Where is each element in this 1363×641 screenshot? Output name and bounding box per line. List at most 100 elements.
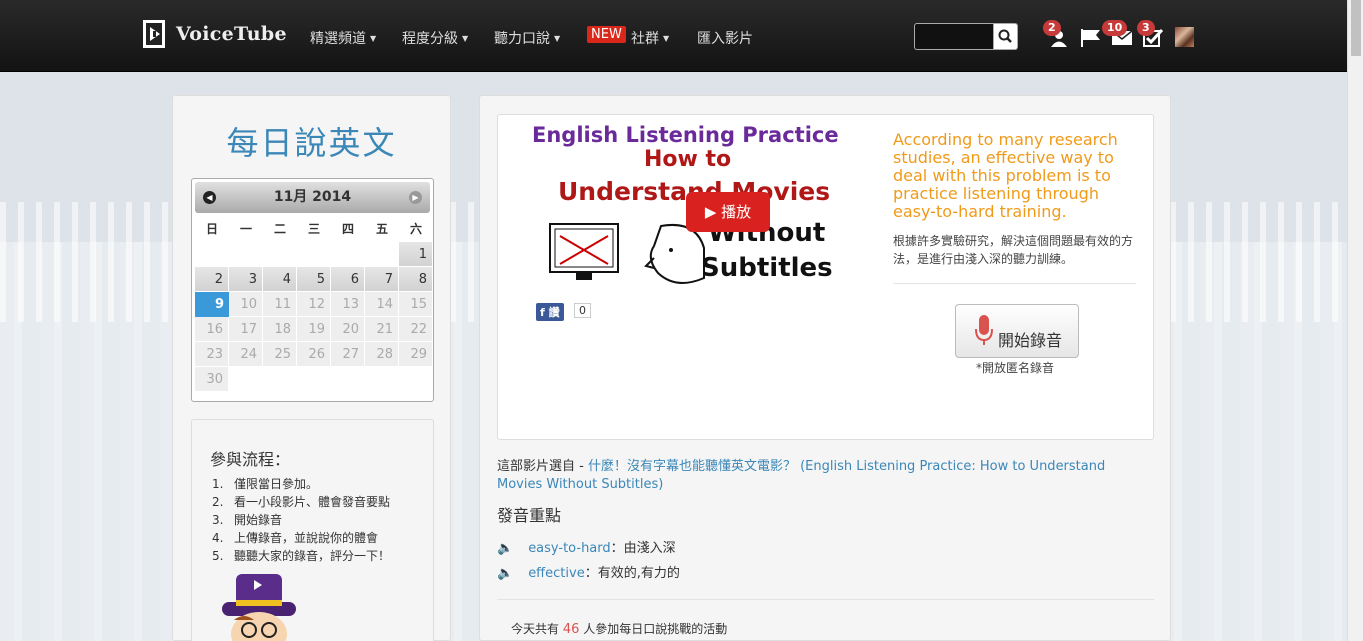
calendar-day[interactable]: 8: [399, 267, 433, 292]
nav-label: 社群: [631, 31, 659, 47]
calendar-empty-cell: [263, 367, 297, 392]
video-source-link[interactable]: 什麼！沒有字幕也能聽懂英文電影？ (English Listening Prac…: [497, 459, 1105, 492]
divider: [893, 283, 1136, 284]
weekday-header: 日: [205, 222, 218, 236]
search-input[interactable]: [914, 23, 994, 50]
calendar-day[interactable]: 4: [263, 267, 297, 292]
calendar-day[interactable]: 1: [399, 242, 433, 267]
facebook-like-button[interactable]: f 讚: [536, 303, 564, 321]
nav-label: 精選頻道: [310, 31, 366, 47]
top-navbar: VoiceTube 精選頻道 ▼ 程度分級 ▼ 聽力口說 ▼ NEW 社群 ▼ 匯入影片…: [0, 0, 1347, 72]
calendar-day[interactable]: 2: [195, 267, 229, 292]
calendar: ◀ 11月 2014 ▶ 日一二三四五六 1 2 3 4 5 6 7 8 9 10 11 12 13 14 1…: [191, 178, 434, 402]
calendar-day[interactable]: 7: [365, 267, 399, 292]
caret-down-icon: ▼: [370, 34, 377, 43]
user-count-badge: 2: [1043, 20, 1061, 36]
play-button[interactable]: ▶ 播放: [686, 192, 770, 232]
calendar-empty-cell: [331, 367, 365, 392]
flow-step: 1. 僅限當日參加。: [212, 477, 319, 491]
calendar-day[interactable]: 5: [297, 267, 331, 292]
mascot-illustration: [222, 574, 296, 641]
speaker-icon[interactable]: 🔈: [497, 566, 513, 581]
word-meaning: ：由淺入深: [610, 541, 676, 556]
flow-step: 3. 開始錄音: [212, 513, 283, 527]
calendar-day: 17: [229, 317, 263, 342]
messages-count-badge: 10: [1102, 20, 1128, 36]
video-source-line: 這部影片選自 - 什麼！沒有字幕也能聽懂英文電影？ (English Liste…: [497, 458, 1137, 494]
english-quote: According to many research studies, an e…: [893, 130, 1118, 221]
calendar-day: 27: [331, 342, 365, 367]
voicetube-logo[interactable]: VoiceTube: [142, 19, 287, 49]
calendar-day: 23: [195, 342, 229, 367]
calendar-day: 30: [195, 367, 229, 392]
search-button[interactable]: [993, 23, 1018, 50]
calendar-grid: 日一二三四五六 1 2 3 4 5 6 7 8 9 10 11 12 13 14 15 16 17 18 19 20 21…: [195, 217, 433, 392]
video-card: English Listening Practice How to Unders…: [497, 114, 1154, 440]
calendar-day: 20: [331, 317, 365, 342]
nav-import-video[interactable]: 匯入影片: [697, 28, 753, 48]
calendar-empty-cell: [365, 242, 399, 267]
facebook-like-count: 0: [574, 303, 591, 318]
calendar-empty-cell: [297, 242, 331, 267]
calendar-empty-cell: [399, 367, 433, 392]
next-month-icon[interactable]: ▶: [409, 191, 422, 204]
participant-count: 46: [562, 622, 580, 637]
user-avatar[interactable]: [1175, 27, 1194, 47]
calendar-day: 10: [229, 292, 263, 317]
nav-listening-speaking[interactable]: 聽力口說 ▼: [494, 28, 560, 48]
thumbnail-text: How to: [644, 147, 732, 172]
nav-level[interactable]: 程度分級 ▼: [402, 28, 468, 48]
prev-month-icon[interactable]: ◀: [203, 191, 216, 204]
flag-button[interactable]: [1080, 29, 1102, 51]
calendar-empty-cell: [263, 242, 297, 267]
record-label: 開始錄音: [998, 331, 1063, 350]
today-prefix: 今天共有: [511, 622, 560, 636]
calendar-empty-cell: [195, 242, 229, 267]
search-icon: [998, 29, 1012, 43]
left-sidebar: 每日說英文 ◀ 11月 2014 ▶ 日一二三四五六 1 2 3 4 5 6 7 8 9 10 11 1…: [172, 95, 451, 641]
calendar-header: ◀ 11月 2014 ▶: [195, 182, 430, 213]
calendar-day: 14: [365, 292, 399, 317]
calendar-empty-cell: [297, 367, 331, 392]
calendar-day: 16: [195, 317, 229, 342]
calendar-day: 18: [263, 317, 297, 342]
calendar-day[interactable]: 3: [229, 267, 263, 292]
voicetube-logo-icon: [142, 19, 168, 49]
new-badge: NEW: [587, 26, 626, 43]
calendar-day[interactable]: 6: [331, 267, 365, 292]
flow-step: 5. 聽聽大家的錄音，評分一下！: [212, 549, 391, 563]
weekday-header: 三: [307, 222, 320, 236]
weekday-header: 一: [239, 222, 252, 236]
caret-down-icon: ▼: [462, 34, 469, 43]
nav-label: 匯入影片: [697, 31, 753, 47]
speaker-icon[interactable]: 🔈: [497, 541, 513, 556]
start-recording-button[interactable]: 開始錄音: [955, 304, 1079, 358]
nav-community[interactable]: 社群 ▼: [631, 28, 669, 48]
flow-title: 參與流程：: [210, 450, 291, 469]
calendar-empty-cell: [229, 367, 263, 392]
weekday-header: 六: [409, 222, 422, 236]
play-icon: ▶: [704, 203, 717, 221]
calendar-day: 22: [399, 317, 433, 342]
anonymous-note: *開放匿名錄音: [976, 361, 1055, 375]
calendar-day: 19: [297, 317, 331, 342]
thumbnail-text: Subtitles: [701, 253, 833, 283]
calendar-day: 11: [263, 292, 297, 317]
nav-featured-channels[interactable]: 精選頻道 ▼: [310, 28, 376, 48]
calendar-day: 25: [263, 342, 297, 367]
calendar-month-label: 11月 2014: [273, 189, 352, 205]
calendar-today[interactable]: 9: [195, 292, 229, 317]
calendar-day: 15: [399, 292, 433, 317]
participation-flow-box: 參與流程： 1. 僅限當日參加。 2. 看一小段影片、體會發音要點 3. 開始錄音 4…: [191, 419, 434, 641]
key-points-title: 發音重點: [497, 506, 562, 525]
fb-like-label: 讚: [548, 306, 560, 319]
video-thumbnail[interactable]: English Listening Practice How to Unders…: [526, 123, 859, 293]
calendar-day: 29: [399, 342, 433, 367]
page-scrollbar[interactable]: [1347, 0, 1363, 641]
calendar-day: 21: [365, 317, 399, 342]
divider: [497, 599, 1154, 600]
scrollbar-thumb[interactable]: [1351, 0, 1361, 56]
word-link[interactable]: effective: [528, 566, 585, 581]
word-link[interactable]: easy-to-hard: [528, 541, 610, 556]
weekday-header: 四: [341, 222, 354, 236]
